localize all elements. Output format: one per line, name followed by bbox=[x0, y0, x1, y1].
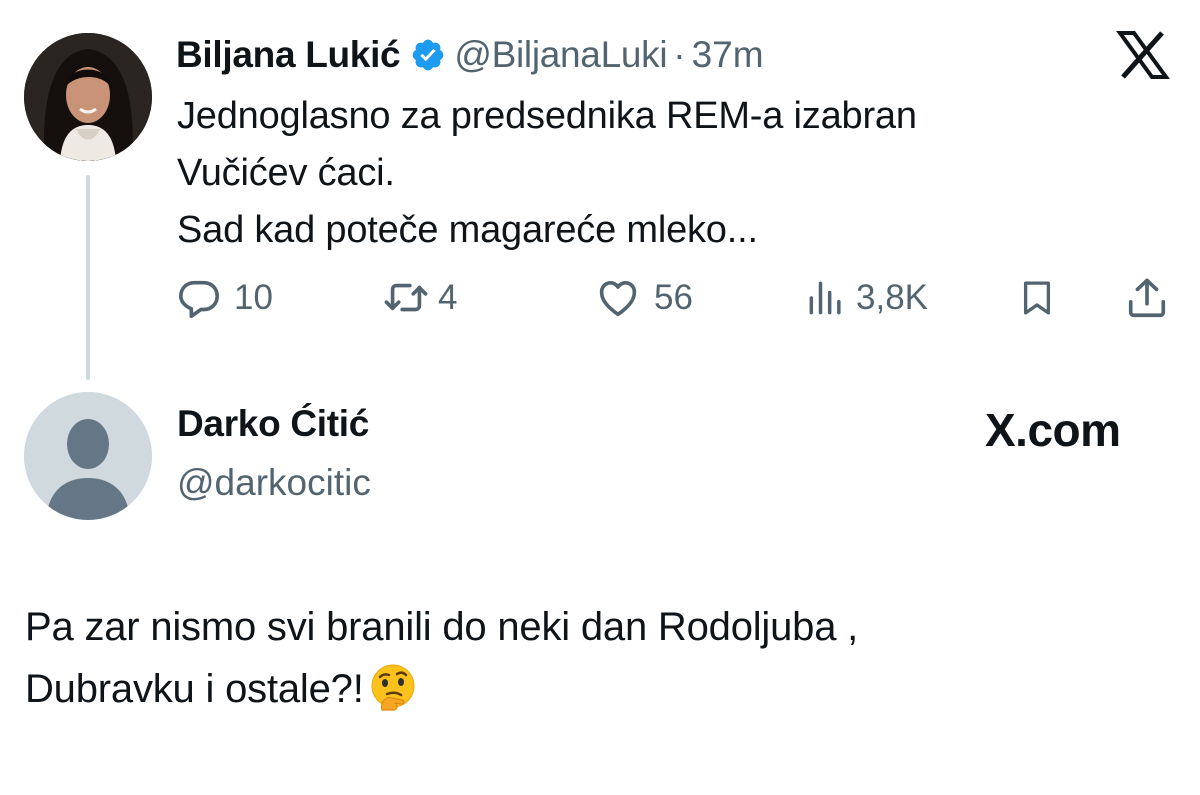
author-name[interactable]: Biljana Lukić bbox=[176, 34, 401, 76]
bookmark-icon bbox=[1016, 275, 1058, 321]
tweet-text-line: Sad kad poteče magareće mleko... bbox=[177, 209, 758, 251]
repost-button[interactable]: 4 bbox=[382, 270, 457, 326]
share-icon bbox=[1124, 275, 1170, 321]
reply-text-line-2-text: Dubravku i ostale?! bbox=[25, 667, 364, 711]
reply-icon bbox=[176, 275, 222, 321]
thread-connector-line bbox=[86, 175, 90, 380]
like-button[interactable]: 56 bbox=[594, 270, 693, 326]
reply-text: Pa zar nismo svi branili do neki dan Rod… bbox=[25, 596, 1175, 730]
verified-badge-icon bbox=[410, 37, 446, 73]
repost-count: 4 bbox=[438, 278, 458, 317]
x-logo-icon[interactable] bbox=[1116, 30, 1170, 80]
like-icon bbox=[594, 275, 642, 321]
reply-button[interactable]: 10 bbox=[176, 270, 273, 326]
views-count: 3,8K bbox=[856, 278, 928, 317]
tweet-header: Biljana Lukić @BiljanaLuki · 37m bbox=[176, 30, 764, 80]
tweet-text: Jednoglasno za predsednika REM-a izabran… bbox=[177, 88, 1077, 259]
tweet-text-line: Vučićev ćaci. bbox=[177, 152, 395, 194]
author-avatar[interactable] bbox=[24, 33, 152, 161]
author-handle[interactable]: @BiljanaLuki bbox=[454, 34, 667, 76]
like-count: 56 bbox=[654, 278, 693, 317]
tweet-timestamp[interactable]: 37m bbox=[692, 34, 764, 76]
tweet-text-line: Jednoglasno za predsednika REM-a izabran bbox=[177, 95, 917, 137]
default-avatar[interactable] bbox=[24, 392, 152, 520]
share-button[interactable] bbox=[1124, 270, 1170, 326]
separator-dot: · bbox=[673, 34, 686, 75]
x-com-watermark: X.com bbox=[985, 403, 1121, 457]
thinking-face-emoji bbox=[368, 662, 418, 730]
x-com-label: X.com bbox=[985, 404, 1121, 456]
reply-author-handle[interactable]: @darkocitic bbox=[177, 462, 371, 504]
bookmark-button[interactable] bbox=[1016, 270, 1058, 326]
repost-icon bbox=[382, 275, 430, 321]
views-icon bbox=[804, 275, 848, 321]
reply-text-line-2: Dubravku i ostale?! bbox=[25, 658, 1175, 730]
reply-author-name[interactable]: Darko Ćitić bbox=[177, 403, 369, 445]
views-button[interactable]: 3,8K bbox=[804, 270, 928, 326]
reply-count: 10 bbox=[234, 278, 273, 317]
reply-text-line: Pa zar nismo svi branili do neki dan Rod… bbox=[25, 605, 859, 649]
